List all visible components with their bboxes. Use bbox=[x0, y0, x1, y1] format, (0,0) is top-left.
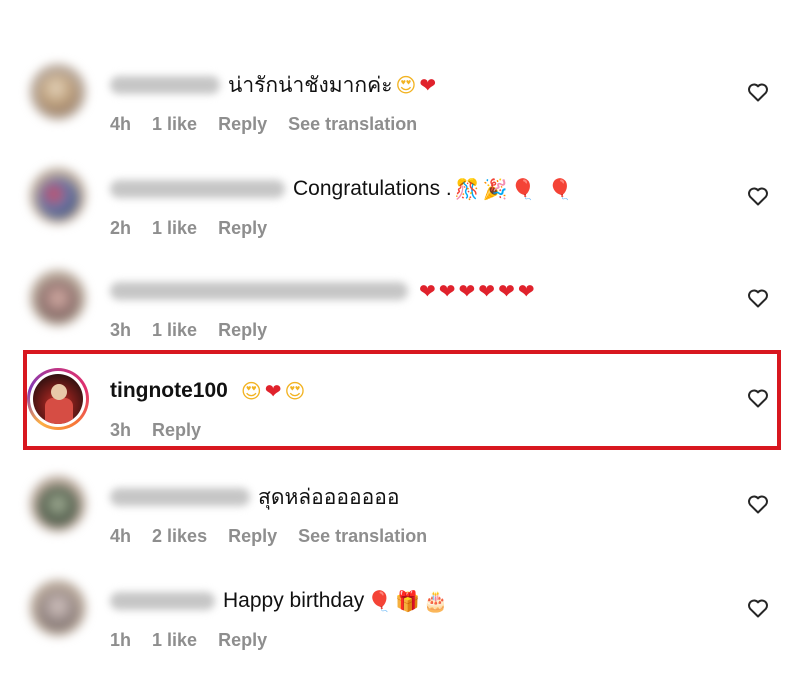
red-heart-emoji: ❤ bbox=[438, 279, 456, 303]
see-translation-button[interactable]: See translation bbox=[298, 526, 427, 546]
comment-line: น่ารักน่าชังมากค่ะ 😍 ❤ bbox=[110, 70, 436, 100]
avatar[interactable] bbox=[30, 270, 86, 326]
comment-meta: 1h 1 like Reply bbox=[110, 630, 283, 651]
heart-eyes-emoji: 😍 bbox=[284, 379, 306, 403]
comment-time: 4h bbox=[110, 114, 132, 134]
red-heart-emoji: ❤ bbox=[419, 73, 437, 97]
see-translation-button[interactable]: See translation bbox=[288, 114, 417, 134]
comment-line: ❤ ❤ ❤ ❤ ❤ ❤ bbox=[110, 276, 535, 306]
red-heart-emoji: ❤ bbox=[458, 279, 476, 303]
like-count[interactable]: 2 likes bbox=[152, 526, 207, 546]
birthday-cake-emoji: 🎂 bbox=[423, 589, 448, 613]
comment-item: สุดหล่อออออออ 4h 2 likes Reply See trans… bbox=[0, 470, 800, 560]
comment-item: น่ารักน่าชังมากค่ะ 😍 ❤ 4h 1 like Reply S… bbox=[0, 58, 800, 148]
avatar[interactable] bbox=[30, 580, 86, 636]
heart-eyes-emoji: 😍 bbox=[240, 379, 262, 403]
blurred-username[interactable] bbox=[110, 180, 285, 198]
like-count[interactable]: 1 like bbox=[152, 320, 197, 340]
red-heart-emoji: ❤ bbox=[498, 279, 515, 303]
comment-time: 4h bbox=[110, 526, 132, 546]
comment-meta: 4h 1 like Reply See translation bbox=[110, 114, 433, 135]
red-heart-emoji: ❤ bbox=[264, 379, 282, 403]
comment-item: Congratulations . 🎊 🎉 🎈 🎈 2h 1 like Repl… bbox=[0, 162, 800, 252]
balloon-emoji: 🎈 bbox=[547, 177, 573, 201]
heart-outline-icon[interactable] bbox=[746, 184, 770, 208]
comment-time: 3h bbox=[110, 320, 132, 340]
comment-line: สุดหล่อออออออ bbox=[110, 482, 399, 512]
comment-time: 1h bbox=[110, 630, 132, 650]
red-heart-emoji: ❤ bbox=[478, 279, 496, 303]
avatar[interactable] bbox=[30, 168, 86, 224]
like-count[interactable]: 1 like bbox=[152, 218, 197, 238]
comment-time: 2h bbox=[110, 218, 132, 238]
balloon-emoji: 🎈 bbox=[367, 589, 393, 613]
comment-text: น่ารักน่าชังมากค่ะ bbox=[228, 73, 393, 97]
reply-button[interactable]: Reply bbox=[218, 218, 267, 238]
comment-meta: 4h 2 likes Reply See translation bbox=[110, 526, 443, 547]
username[interactable]: tingnote100 bbox=[110, 379, 228, 403]
red-heart-emoji: ❤ bbox=[419, 279, 436, 303]
comment-text: Congratulations . bbox=[293, 177, 452, 200]
avatar[interactable] bbox=[30, 64, 86, 120]
comment-item: Happy birthday 🎈 🎁 🎂 1h 1 like Reply bbox=[0, 574, 800, 664]
blurred-username[interactable] bbox=[110, 488, 250, 506]
comment-item-highlighted: tingnote100 😍 ❤ 😍 3h Reply bbox=[0, 364, 800, 454]
blurred-username[interactable] bbox=[110, 76, 220, 94]
heart-outline-icon[interactable] bbox=[746, 80, 770, 104]
like-count[interactable]: 1 like bbox=[152, 114, 197, 134]
comment-meta: 3h 1 like Reply bbox=[110, 320, 283, 341]
comment-meta: 3h Reply bbox=[110, 420, 217, 441]
reply-button[interactable]: Reply bbox=[218, 320, 267, 340]
comment-line: Happy birthday 🎈 🎁 🎂 bbox=[110, 586, 448, 616]
balloon-emoji: 🎈 bbox=[510, 177, 536, 201]
red-heart-emoji: ❤ bbox=[517, 279, 535, 303]
comment-time: 3h bbox=[110, 420, 132, 440]
comment-line: tingnote100 😍 ❤ 😍 bbox=[110, 376, 305, 406]
like-count[interactable]: 1 like bbox=[152, 630, 197, 650]
reply-button[interactable]: Reply bbox=[218, 114, 267, 134]
party-popper-emoji: 🎉 bbox=[482, 177, 508, 201]
heart-outline-icon[interactable] bbox=[746, 492, 770, 516]
avatar-with-story-ring[interactable] bbox=[27, 368, 89, 430]
heart-eyes-emoji: 😍 bbox=[395, 73, 417, 97]
gift-emoji: 🎁 bbox=[395, 589, 421, 613]
avatar[interactable] bbox=[30, 476, 86, 532]
blurred-username[interactable] bbox=[110, 592, 215, 610]
confetti-ball-emoji: 🎊 bbox=[454, 177, 480, 201]
reply-button[interactable]: Reply bbox=[228, 526, 277, 546]
comment-item: ❤ ❤ ❤ ❤ ❤ ❤ 3h 1 like Reply bbox=[0, 264, 800, 354]
heart-outline-icon[interactable] bbox=[746, 286, 770, 310]
avatar-photo bbox=[33, 374, 83, 424]
blurred-username[interactable] bbox=[110, 282, 408, 300]
heart-outline-icon[interactable] bbox=[746, 386, 770, 410]
reply-button[interactable]: Reply bbox=[152, 420, 201, 440]
comment-line: Congratulations . 🎊 🎉 🎈 🎈 bbox=[110, 174, 572, 204]
comment-text: สุดหล่อออออออ bbox=[258, 485, 400, 509]
comment-text: Happy birthday bbox=[223, 589, 365, 612]
heart-outline-icon[interactable] bbox=[746, 596, 770, 620]
reply-button[interactable]: Reply bbox=[218, 630, 267, 650]
comments-list: น่ารักน่าชังมากค่ะ 😍 ❤ 4h 1 like Reply S… bbox=[0, 0, 800, 691]
comment-meta: 2h 1 like Reply bbox=[110, 218, 283, 239]
